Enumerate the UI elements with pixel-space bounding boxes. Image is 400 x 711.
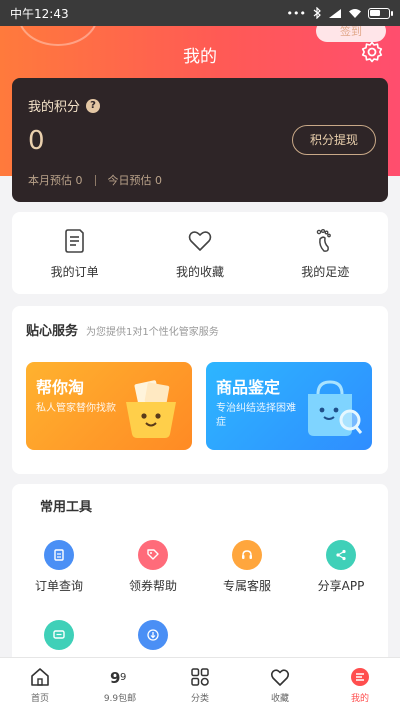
gear-icon[interactable]: [360, 40, 384, 64]
nav-free-shipping-label: 9.9包邮: [103, 693, 137, 704]
my-favorites-link[interactable]: 我的收藏: [150, 227, 250, 280]
bottom-nav: 首页 99 9.9包邮 分类 收藏 我的: [0, 657, 400, 711]
status-time: 中午12:43: [10, 6, 69, 21]
my-favorites-label: 我的收藏: [175, 264, 224, 279]
share-icon: [326, 540, 356, 570]
tool-coupon-help-label: 领券帮助: [128, 579, 177, 593]
today-estimate: 今日预估 0: [107, 174, 163, 187]
home-icon: [31, 667, 49, 686]
profile-active-icon: [351, 667, 369, 686]
status-dots: •••: [286, 6, 306, 20]
tool-coupon-help[interactable]: 领券帮助: [106, 540, 200, 594]
tool-share-app-label: 分享APP: [317, 579, 365, 593]
status-bar: 中午12:43 •••: [0, 0, 400, 26]
month-estimate: 本月预估 0: [28, 174, 83, 187]
tools-title: 常用工具: [40, 500, 93, 515]
my-footprints-link[interactable]: 我的足迹: [275, 227, 375, 280]
grid-icon: [191, 667, 209, 686]
svg-text:9: 9: [120, 672, 126, 683]
nav-free-shipping[interactable]: 99 9.9包邮: [80, 658, 160, 711]
points-value: 0: [28, 126, 45, 156]
tools-card: 常用工具 订单查询 领券帮助 专属客服 分享APP: [12, 484, 388, 664]
nav-profile[interactable]: 我的: [320, 658, 400, 711]
product-appraisal-tile[interactable]: 商品鉴定 专治纠结选择困难症: [206, 362, 372, 450]
document-icon: [44, 540, 74, 570]
battery-icon: [368, 7, 393, 19]
my-orders-label: 我的订单: [50, 264, 99, 279]
tool-share-app[interactable]: 分享APP: [294, 540, 388, 594]
tool-message[interactable]: [12, 620, 106, 657]
product-appraisal-title: 商品鉴定: [216, 378, 281, 397]
nav-home[interactable]: 首页: [0, 658, 80, 711]
tool-customer-service[interactable]: 专属客服: [200, 540, 294, 594]
coupon-tag-icon: [138, 540, 168, 570]
heart-icon: [188, 230, 212, 251]
status-icons: •••: [286, 6, 393, 20]
download-icon: [138, 620, 168, 650]
nav-favorites-label: 收藏: [270, 693, 289, 704]
shopping-bag-magnifier-icon: [308, 380, 363, 436]
help-shop-tile[interactable]: 帮你淘 私人管家替你找款: [26, 362, 192, 450]
points-label: 我的积分: [28, 100, 81, 115]
help-shop-desc: 私人管家替你找款: [36, 403, 116, 414]
help-shop-title: 帮你淘: [36, 378, 85, 397]
wifi-icon: [349, 8, 361, 18]
service-subtitle: 为您提供1对1个性化管家服务: [86, 327, 219, 338]
message-icon: [44, 620, 74, 650]
my-footprints-label: 我的足迹: [301, 264, 350, 279]
nav-profile-label: 我的: [350, 693, 369, 704]
nav-category-label: 分类: [190, 693, 209, 704]
help-icon[interactable]: ?: [86, 98, 101, 113]
tool-customer-service-label: 专属客服: [222, 579, 271, 593]
tool-order-query[interactable]: 订单查询: [12, 540, 106, 594]
service-header: 贴心服务 为您提供1对1个性化管家服务: [26, 320, 219, 339]
shopping-basket-icon: [126, 380, 176, 438]
nav-home-label: 首页: [30, 693, 49, 704]
signal-icon: [329, 8, 341, 18]
service-title: 贴心服务: [26, 324, 79, 339]
points-label-row: 我的积分 ?: [28, 96, 101, 115]
footprint-icon: [317, 228, 332, 252]
order-list-icon: [64, 228, 84, 253]
bluetooth-icon: [313, 7, 321, 19]
quick-links: 我的订单 我的收藏 我的足迹: [12, 212, 388, 294]
nav-category[interactable]: 分类: [160, 658, 240, 711]
svg-text:9: 9: [110, 669, 120, 687]
divider: [94, 174, 96, 186]
heart-outline-icon: [270, 668, 290, 686]
tool-download[interactable]: [106, 620, 200, 657]
headset-icon: [232, 540, 262, 570]
tool-order-query-label: 订单查询: [34, 579, 83, 593]
nav-favorites[interactable]: 收藏: [240, 658, 320, 711]
withdraw-points-button[interactable]: 积分提现: [292, 125, 376, 155]
service-card: 贴心服务 为您提供1对1个性化管家服务 帮你淘 私人管家替你找款 商品鉴定 专治…: [12, 306, 388, 474]
nine-nine-icon: 99: [110, 669, 126, 687]
points-card: 我的积分 ? 0 积分提现 本月预估 0 今日预估 0: [12, 78, 388, 202]
product-appraisal-desc: 专治纠结选择困难症: [216, 403, 296, 428]
points-estimates: 本月预估 0 今日预估 0: [28, 172, 162, 188]
my-orders-link[interactable]: 我的订单: [25, 227, 125, 280]
page-title: 我的: [183, 47, 217, 67]
